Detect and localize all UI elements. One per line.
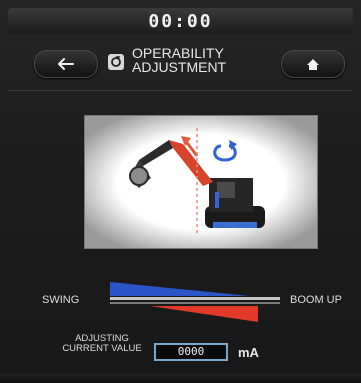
boom-up-label: BOOM UP: [290, 294, 342, 306]
home-button[interactable]: [281, 50, 345, 78]
balance-bar-bottom: [110, 302, 280, 304]
current-value-field[interactable]: 0000: [154, 343, 228, 361]
page-title-line2: ADJUSTMENT: [132, 59, 227, 75]
page-title-line1: OPERABILITY: [132, 45, 224, 61]
balance-bar-top: [110, 297, 280, 300]
page-title: OPERABILITY ADJUSTMENT: [132, 46, 282, 74]
home-icon: [307, 58, 319, 70]
swing-label: SWING: [42, 294, 80, 306]
arrow-left-icon: [58, 58, 74, 70]
boom-wedge: [150, 306, 258, 322]
adjust-icon: [108, 54, 124, 70]
status-bar: 00:00: [8, 8, 353, 34]
back-button[interactable]: [34, 50, 98, 78]
operability-balance-indicator: [110, 280, 280, 324]
clock-display: 00:00: [148, 10, 213, 32]
excavator-illustration: [84, 115, 318, 249]
current-unit: mA: [238, 345, 259, 360]
swing-wedge: [110, 282, 250, 296]
adjusting-current-label: ADJUSTING CURRENT VALUE: [56, 334, 148, 354]
screen-bottom-edge: [0, 374, 361, 383]
adjusting-label-line2: CURRENT VALUE: [62, 343, 142, 354]
header-bar: OPERABILITY ADJUSTMENT: [8, 38, 353, 91]
